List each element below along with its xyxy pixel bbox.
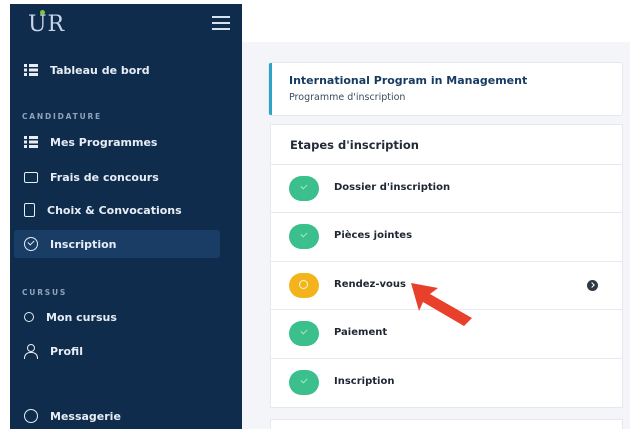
annotation-arrow-shape — [411, 283, 472, 326]
annotation-arrow-icon — [411, 283, 472, 326]
